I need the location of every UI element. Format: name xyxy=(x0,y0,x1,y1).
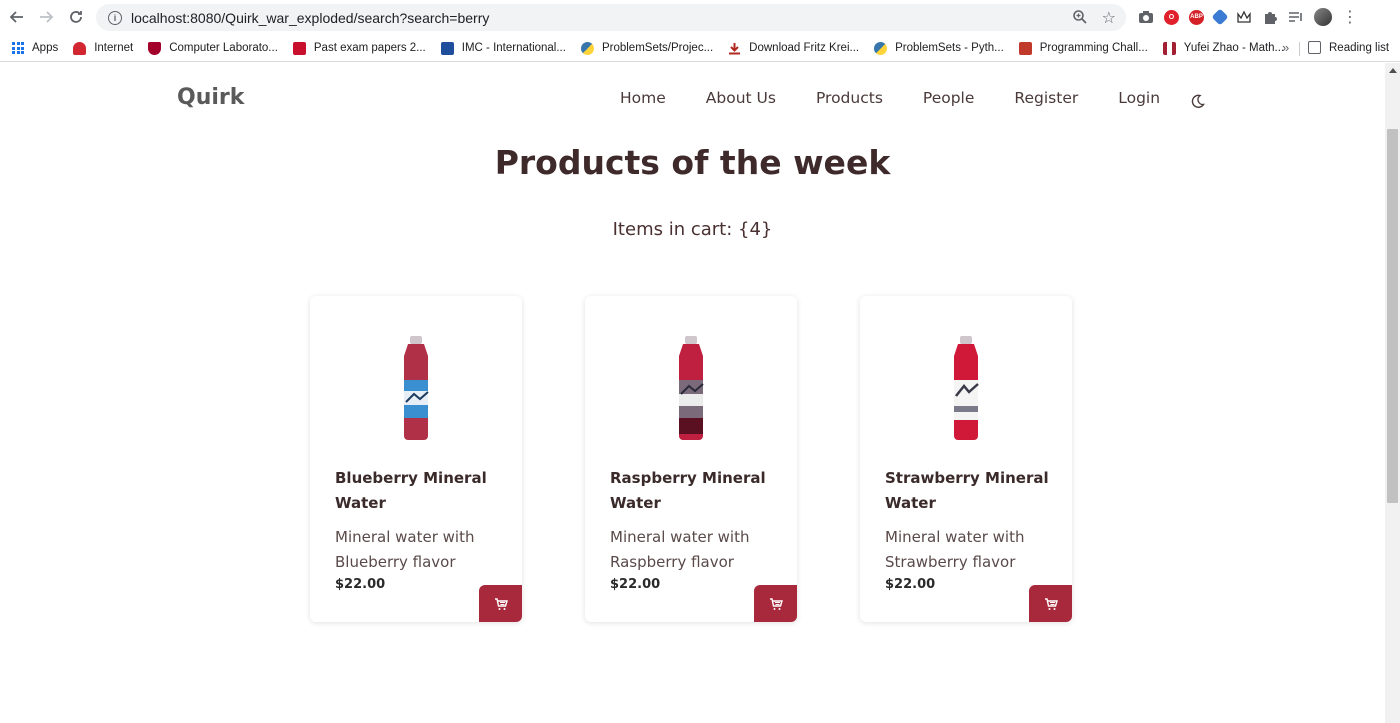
cart-icon xyxy=(769,597,783,610)
imc-icon xyxy=(440,41,454,55)
download-icon xyxy=(728,42,741,55)
huawei-icon xyxy=(73,41,87,55)
playlist-icon[interactable] xyxy=(1288,10,1304,24)
arrow-right-icon xyxy=(40,11,54,23)
page-scrollbar[interactable] xyxy=(1385,63,1400,723)
nav-register[interactable]: Register xyxy=(1014,89,1078,107)
bookmark-label: IMC - International... xyxy=(461,42,566,54)
add-to-cart-button[interactable] xyxy=(1029,585,1072,622)
bookmark-problemsets-python[interactable]: ProblemSets - Pyth... xyxy=(874,41,1004,55)
back-button[interactable] xyxy=(3,3,31,31)
bookmark-label: Download Fritz Krei... xyxy=(749,42,860,54)
more-bookmarks-chevron-icon[interactable]: » xyxy=(1282,40,1289,55)
reading-list-button[interactable]: Reading list xyxy=(1308,41,1389,54)
dark-mode-moon-icon[interactable] xyxy=(1190,93,1206,109)
site-navigation: Home About Us Products People Register L… xyxy=(620,89,1200,107)
product-card-raspberry[interactable]: Raspberry Mineral Water Mineral water wi… xyxy=(585,296,797,622)
scroll-up-arrow-icon[interactable] xyxy=(1389,68,1397,73)
bookmark-label: Programming Chall... xyxy=(1039,42,1148,54)
product-description: Mineral water with Strawberry flavor xyxy=(885,528,1025,571)
page-title: Products of the week xyxy=(494,143,891,182)
add-to-cart-button[interactable] xyxy=(479,585,522,622)
trinity-icon xyxy=(292,41,306,55)
bookmark-label: Computer Laborato... xyxy=(169,42,278,54)
browser-toolbar: i localhost:8080/Quirk_war_exploded/sear… xyxy=(0,0,1400,35)
nav-login[interactable]: Login xyxy=(1118,89,1160,107)
bookmark-download-fritz[interactable]: Download Fritz Krei... xyxy=(728,42,859,55)
product-description: Mineral water with Raspberry flavor xyxy=(610,528,750,571)
reading-list-label: Reading list xyxy=(1329,41,1390,54)
page-content: Quirk Home About Us Products People Regi… xyxy=(0,63,1385,723)
product-price: $22.00 xyxy=(610,577,661,592)
profile-avatar[interactable] xyxy=(1314,8,1332,26)
add-to-cart-button[interactable] xyxy=(754,585,797,622)
crown-extension-icon[interactable] xyxy=(1236,10,1252,24)
bookmark-internet[interactable]: Internet xyxy=(73,41,134,55)
reload-icon xyxy=(70,11,82,23)
menu-kebab-icon[interactable]: ⋮ xyxy=(1342,9,1358,25)
strawberry-bottle-image xyxy=(954,336,979,440)
reading-list-icon xyxy=(1308,41,1321,54)
product-description: Mineral water with Blueberry flavor xyxy=(335,528,475,571)
bookmark-star-icon[interactable]: ☆ xyxy=(1102,8,1116,27)
python-icon xyxy=(874,41,888,55)
bookmark-past-exam-papers[interactable]: Past exam papers 2... xyxy=(292,41,426,55)
scrollbar-thumb[interactable] xyxy=(1387,129,1398,503)
nav-home[interactable]: Home xyxy=(620,89,666,107)
opera-extension-icon[interactable]: O xyxy=(1164,9,1179,25)
bookmark-programming-challenges[interactable]: Programming Chall... xyxy=(1018,41,1148,55)
bookmarks-bar: Apps Internet Computer Laborato... Past … xyxy=(0,35,1400,62)
bookmark-label: Yufei Zhao - Math... xyxy=(1183,42,1285,54)
bookmark-label: Past exam papers 2... xyxy=(313,42,426,54)
mit-icon xyxy=(1162,41,1176,55)
product-card-blueberry[interactable]: Blueberry Mineral Water Mineral water wi… xyxy=(310,296,522,622)
bookmark-label: Internet xyxy=(94,42,134,54)
arrow-left-icon xyxy=(9,11,23,23)
cart-icon xyxy=(1044,597,1058,610)
nav-products[interactable]: Products xyxy=(816,89,883,107)
bookmarks-divider xyxy=(1299,42,1300,56)
address-bar[interactable]: i localhost:8080/Quirk_war_exploded/sear… xyxy=(96,4,1126,31)
extensions-bar: O ABP ⋮ xyxy=(1138,8,1358,26)
bookmark-label: Apps xyxy=(32,42,59,54)
puzzle-extensions-icon[interactable] xyxy=(1262,9,1278,25)
diamond-extension-icon[interactable] xyxy=(1211,8,1229,26)
url-text[interactable]: localhost:8080/Quirk_war_exploded/search… xyxy=(131,10,489,26)
bookmark-problemsets-project[interactable]: ProblemSets/Projec... xyxy=(580,41,714,55)
reload-button[interactable] xyxy=(62,3,90,31)
cart-icon xyxy=(494,597,508,610)
adblock-plus-icon[interactable]: ABP xyxy=(1189,9,1204,25)
raspberry-bottle-image xyxy=(679,336,704,440)
bookmark-yufei-zhao[interactable]: Yufei Zhao - Math... xyxy=(1162,41,1285,55)
zoom-icon[interactable] xyxy=(1072,9,1088,25)
cart-item-count: Items in cart: {4} xyxy=(612,219,773,240)
bookmark-label: ProblemSets/Projec... xyxy=(601,42,714,54)
nav-about-us[interactable]: About Us xyxy=(706,89,776,107)
apps-grid-icon xyxy=(12,42,24,54)
product-price: $22.00 xyxy=(885,577,936,592)
product-price: $22.00 xyxy=(335,577,386,592)
product-name[interactable]: Strawberry Mineral Water xyxy=(885,466,1055,516)
product-name[interactable]: Raspberry Mineral Water xyxy=(610,466,780,516)
blueberry-bottle-image xyxy=(404,336,429,440)
product-card-strawberry[interactable]: Strawberry Mineral Water Mineral water w… xyxy=(860,296,1072,622)
python-icon xyxy=(580,41,594,55)
product-name[interactable]: Blueberry Mineral Water xyxy=(335,466,505,516)
bookmark-imc[interactable]: IMC - International... xyxy=(440,41,566,55)
bookmark-computer-lab[interactable]: Computer Laborato... xyxy=(148,41,278,55)
site-brand-logo[interactable]: Quirk xyxy=(177,85,244,110)
uva-icon xyxy=(1018,41,1032,55)
site-info-icon[interactable]: i xyxy=(108,10,122,25)
bookmark-apps[interactable]: Apps xyxy=(12,42,58,54)
nav-people[interactable]: People xyxy=(923,89,975,107)
forward-button[interactable] xyxy=(32,3,60,31)
camera-icon[interactable] xyxy=(1138,10,1154,24)
bookmark-label: ProblemSets - Pyth... xyxy=(895,42,1004,54)
cambridge-shield-icon xyxy=(148,41,162,55)
